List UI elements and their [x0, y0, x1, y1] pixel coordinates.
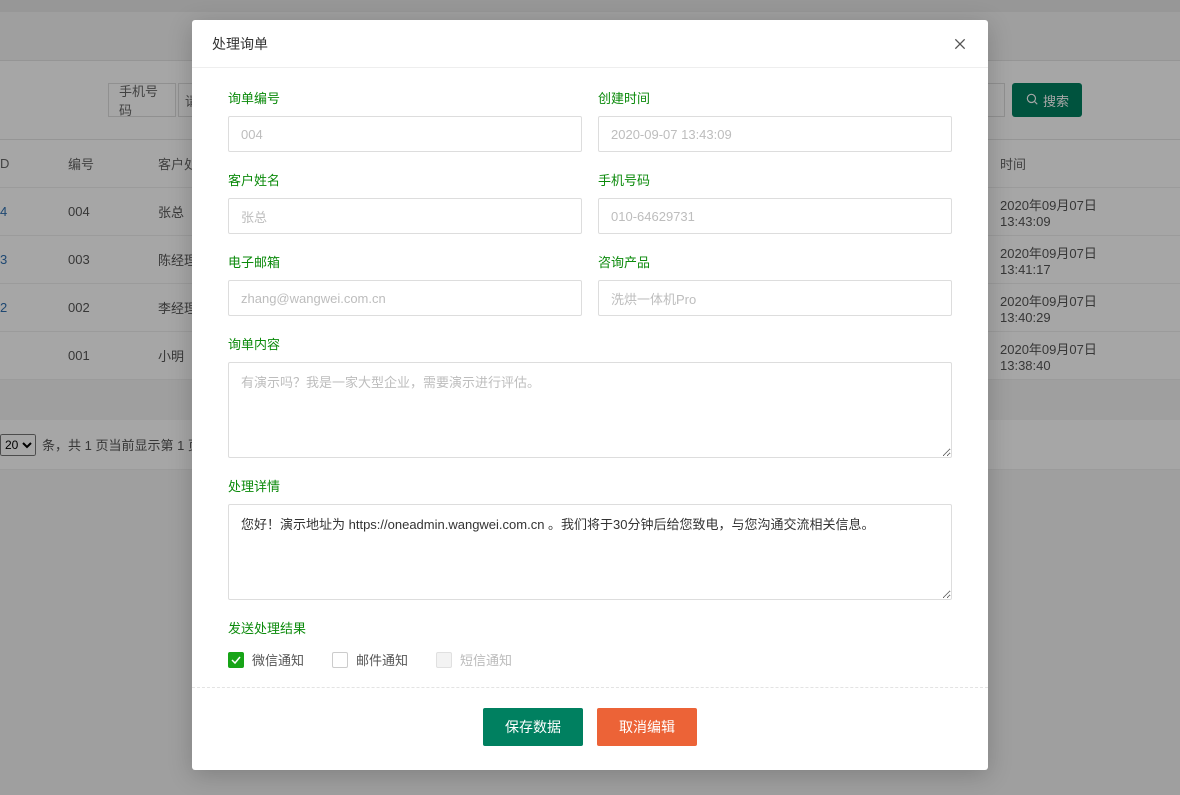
label-phone: 手机号码	[598, 170, 952, 189]
checkbox-email[interactable]: 邮件通知	[332, 650, 408, 669]
modal-divider	[192, 687, 988, 688]
close-button[interactable]	[952, 36, 968, 52]
checkbox-wechat-label: 微信通知	[252, 650, 304, 669]
cancel-button[interactable]: 取消编辑	[597, 708, 697, 746]
input-inquiry-no	[228, 116, 582, 152]
input-customer-name	[228, 198, 582, 234]
label-send-result: 发送处理结果	[228, 618, 952, 637]
input-phone	[598, 198, 952, 234]
input-email	[228, 280, 582, 316]
modal-footer: 保存数据 取消编辑	[228, 708, 952, 746]
save-button[interactable]: 保存数据	[483, 708, 583, 746]
checkbox-sms-box	[436, 652, 452, 668]
label-email: 电子邮箱	[228, 252, 582, 271]
textarea-content: 有演示吗？我是一家大型企业，需要演示进行评估。	[228, 362, 952, 458]
label-detail: 处理详情	[228, 476, 952, 495]
checkbox-sms: 短信通知	[436, 650, 512, 669]
modal-body: 询单编号 创建时间 客户姓名 手机号码 电子邮箱	[192, 68, 988, 770]
label-content: 询单内容	[228, 334, 952, 353]
checkbox-email-box	[332, 652, 348, 668]
close-icon	[952, 36, 968, 52]
checkbox-wechat[interactable]: 微信通知	[228, 650, 304, 669]
label-inquiry-no: 询单编号	[228, 88, 582, 107]
process-inquiry-modal: 处理询单 询单编号 创建时间 客户姓名 手机号码	[192, 20, 988, 770]
modal-header: 处理询单	[192, 20, 988, 68]
label-created-at: 创建时间	[598, 88, 952, 107]
textarea-detail[interactable]: 您好！演示地址为 https://oneadmin.wangwei.com.cn…	[228, 504, 952, 600]
label-customer-name: 客户姓名	[228, 170, 582, 189]
checkbox-sms-label: 短信通知	[460, 650, 512, 669]
checkbox-wechat-box	[228, 652, 244, 668]
checkbox-email-label: 邮件通知	[356, 650, 408, 669]
input-product	[598, 280, 952, 316]
modal-title: 处理询单	[212, 34, 268, 54]
input-created-at	[598, 116, 952, 152]
label-product: 咨询产品	[598, 252, 952, 271]
